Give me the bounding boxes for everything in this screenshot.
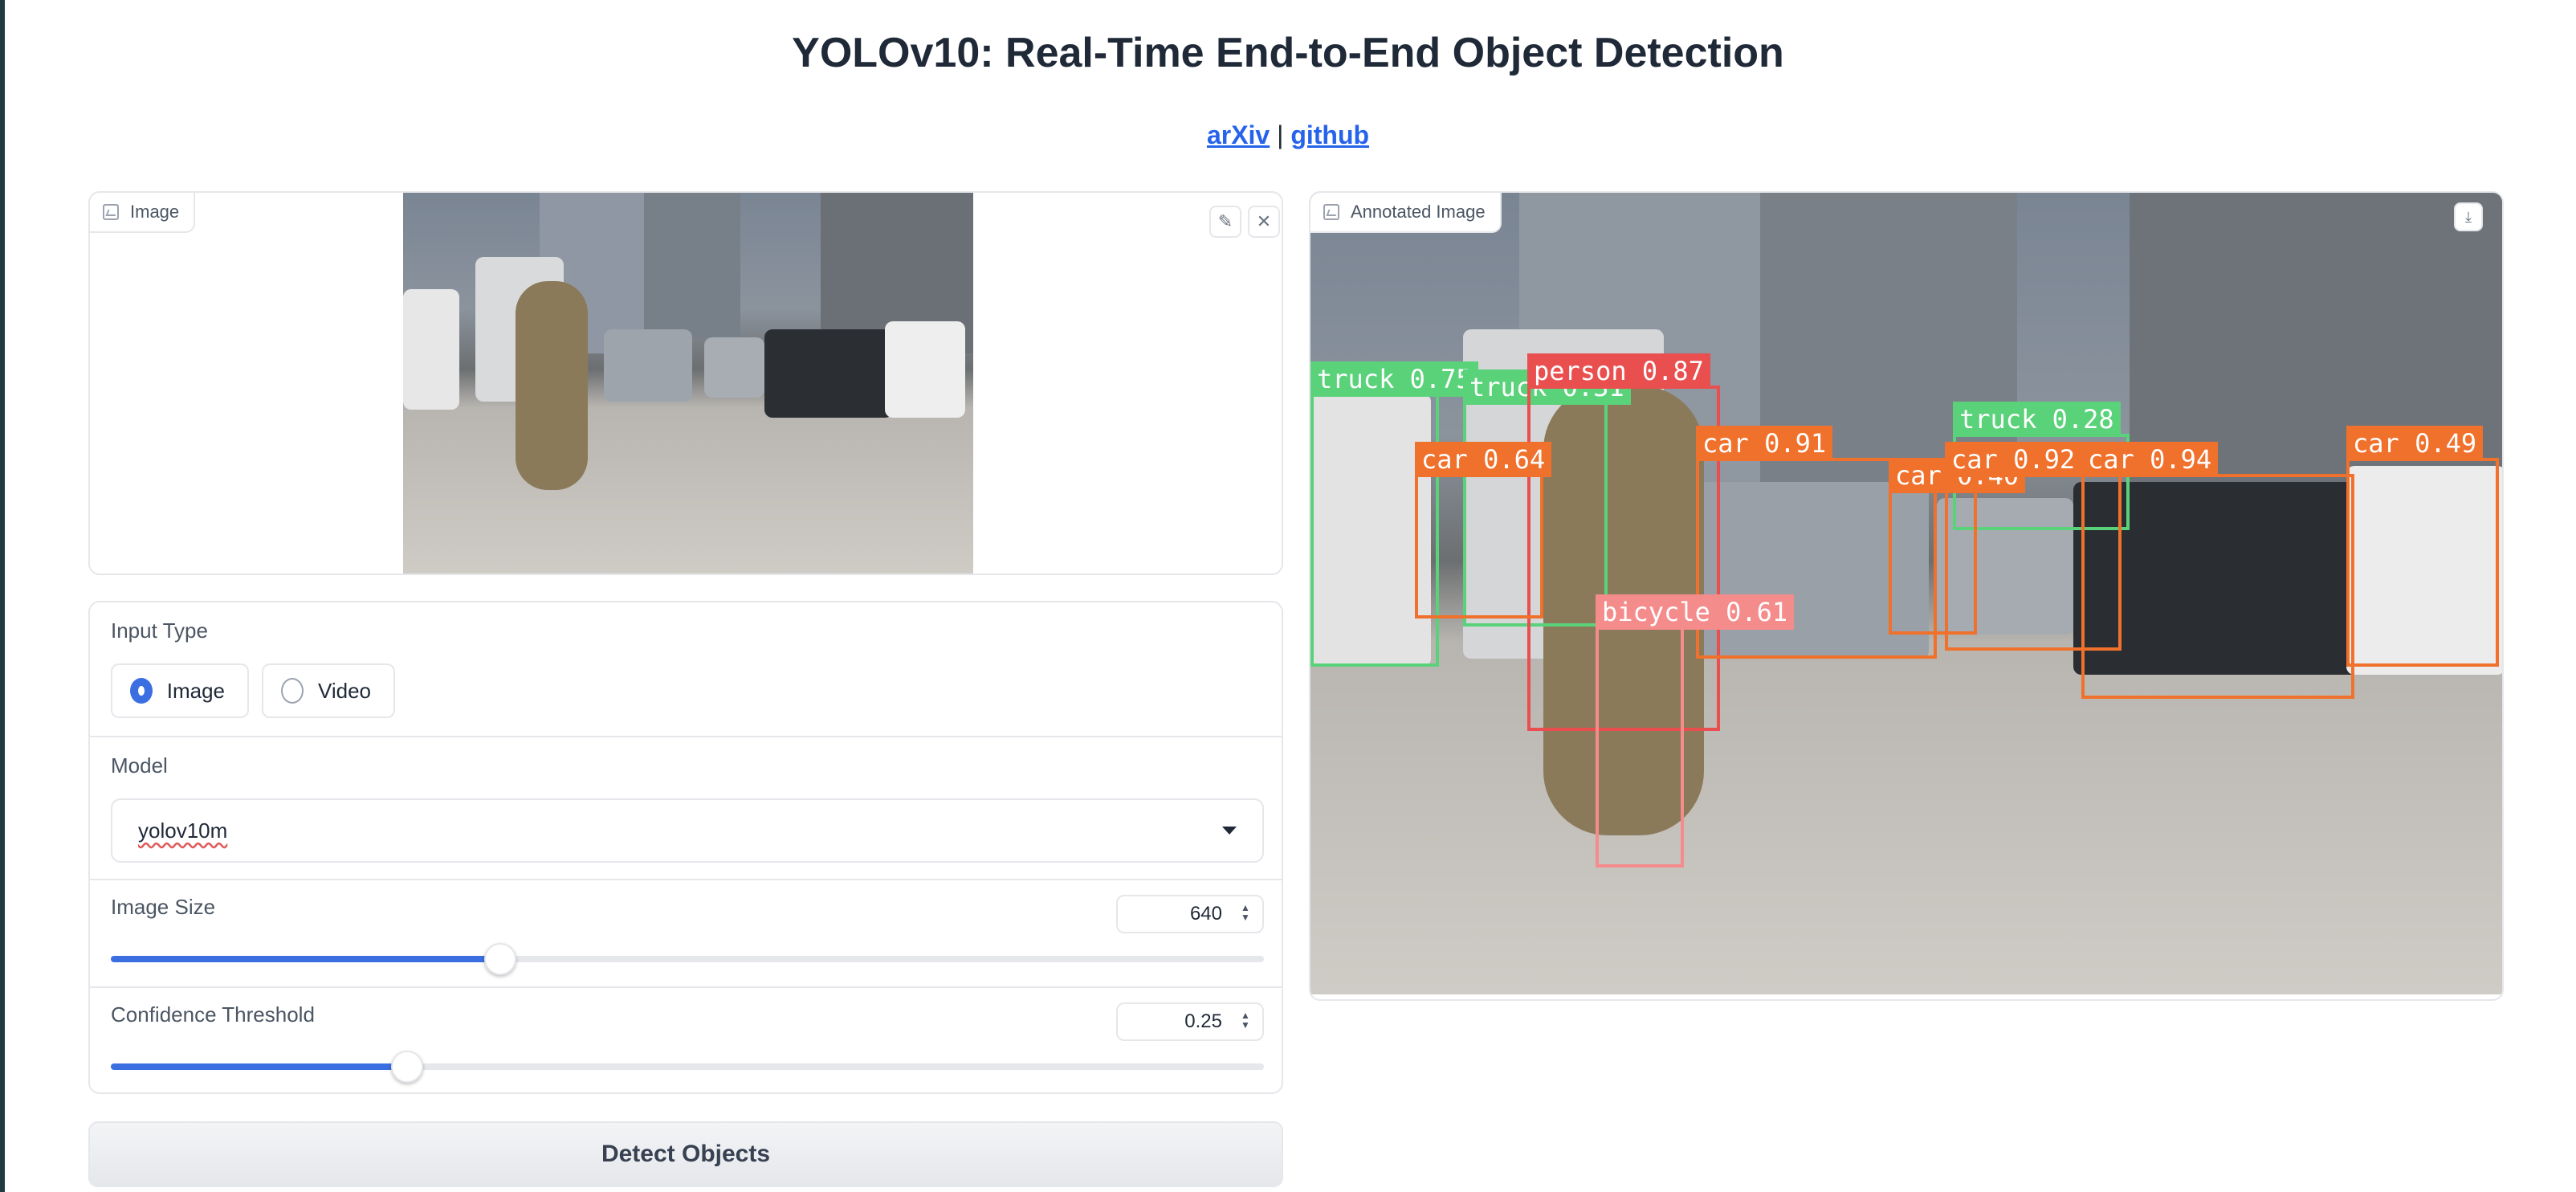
detection-label: bicycle 0.61 xyxy=(1596,594,1795,630)
image-size-slider[interactable] xyxy=(111,943,1264,975)
input-image-label-text: Image xyxy=(130,202,180,222)
building-shape xyxy=(644,193,740,337)
input-image-preview xyxy=(403,193,973,574)
image-icon xyxy=(1323,204,1339,220)
annotated-image-panel: Annotated Image ⤓ truck 0.75truck 0.31pe… xyxy=(1309,191,2504,1001)
vehicle-shape xyxy=(885,321,965,418)
github-link[interactable]: github xyxy=(1290,120,1369,149)
page-title: YOLOv10: Real-Time End-to-End Object Det… xyxy=(792,30,1784,76)
detection-box: car 0.64 xyxy=(1415,442,1552,618)
radio-image[interactable]: Image xyxy=(111,663,249,718)
radio-image-indicator xyxy=(130,678,153,704)
edit-icon[interactable]: ✎ xyxy=(1209,206,1241,238)
stepper-icon[interactable]: ▲ ▼ xyxy=(1240,1010,1251,1033)
detection-box: car 0.49 xyxy=(2346,426,2499,667)
chevron-down-icon xyxy=(1222,827,1237,835)
window-edge xyxy=(0,0,5,1192)
cyclist-shape xyxy=(516,281,588,490)
confidence-slider[interactable] xyxy=(111,1051,1264,1083)
close-icon[interactable]: ✕ xyxy=(1248,206,1280,238)
model-section: Model yolov10m xyxy=(90,737,1282,880)
arxiv-link[interactable]: arXiv xyxy=(1207,120,1270,149)
detection-label: person 0.87 xyxy=(1527,353,1710,389)
detection-label: car 0.49 xyxy=(2346,426,2484,461)
detection-label: truck 0.75 xyxy=(1310,361,1478,397)
input-type-section: Input Type Image Video xyxy=(90,602,1282,737)
detection-label: car 0.64 xyxy=(1415,442,1552,477)
link-separator: | xyxy=(1277,120,1284,149)
confidence-slider-fill xyxy=(111,1063,407,1070)
vehicle-shape xyxy=(704,337,764,398)
confidence-label: Confidence Threshold xyxy=(111,1002,315,1027)
detection-box: car 0.94 xyxy=(2081,442,2354,699)
vehicle-shape xyxy=(764,329,893,418)
image-size-input[interactable]: 640 ▲ ▼ xyxy=(1116,895,1264,933)
header-links: arXiv | github xyxy=(0,120,2576,150)
detection-label: car 0.92 xyxy=(1945,442,2082,477)
detection-label: car 0.94 xyxy=(2081,442,2219,477)
image-icon xyxy=(103,204,119,220)
annotated-image-label-text: Annotated Image xyxy=(1351,202,1486,222)
detection-label: car 0.91 xyxy=(1696,426,1833,461)
detection-label: truck 0.28 xyxy=(1953,402,2121,437)
detect-objects-button[interactable]: Detect Objects xyxy=(88,1121,1283,1187)
input-image-label: Image xyxy=(90,193,196,233)
confidence-input[interactable]: 0.25 ▲ ▼ xyxy=(1116,1002,1264,1041)
annotated-image-label: Annotated Image xyxy=(1310,193,1502,233)
radio-video-label: Video xyxy=(317,678,371,703)
input-image-panel[interactable]: Image ✎ ✕ xyxy=(88,191,1283,575)
confidence-value: 0.25 xyxy=(1184,1010,1222,1032)
confidence-section: Confidence Threshold 0.25 ▲ ▼ xyxy=(90,988,1282,1096)
radio-image-label: Image xyxy=(166,678,225,703)
input-type-label: Input Type xyxy=(111,618,208,643)
radio-video[interactable]: Video xyxy=(262,663,395,718)
vehicle-shape xyxy=(403,289,459,410)
settings-form: Input Type Image Video Model yolov10m Im… xyxy=(88,601,1283,1094)
radio-video-indicator xyxy=(281,678,304,704)
model-dropdown-value: yolov10m xyxy=(138,818,228,843)
image-size-value: 640 xyxy=(1189,903,1222,925)
vehicle-shape xyxy=(604,329,692,402)
detection-box: bicycle 0.61 xyxy=(1596,594,1795,867)
model-dropdown[interactable]: yolov10m xyxy=(111,798,1264,863)
image-size-section: Image Size 640 ▲ ▼ xyxy=(90,880,1282,988)
download-icon[interactable]: ⤓ xyxy=(2454,202,2483,231)
image-size-slider-fill xyxy=(111,956,500,962)
model-label: Model xyxy=(111,753,168,778)
stepper-icon[interactable]: ▲ ▼ xyxy=(1240,903,1251,925)
confidence-slider-thumb[interactable] xyxy=(391,1051,423,1083)
image-size-label: Image Size xyxy=(111,895,216,919)
image-size-slider-thumb[interactable] xyxy=(484,943,516,975)
